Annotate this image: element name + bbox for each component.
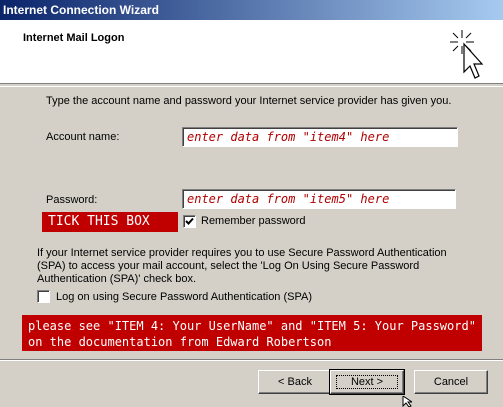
tick-this-box-annotation: TICK THIS BOX xyxy=(42,212,178,232)
account-name-input[interactable]: enter data from "item4" here xyxy=(182,127,458,147)
focus-rectangle xyxy=(336,375,398,389)
remember-password-label[interactable]: Remember password xyxy=(201,215,306,227)
cancel-button-label: Cancel xyxy=(433,376,469,388)
window-title: Internet Connection Wizard xyxy=(3,3,159,17)
password-input[interactable]: enter data from "item5" here xyxy=(182,189,456,209)
documentation-note-annotation: please see "ITEM 4: Your UserName" and "… xyxy=(22,315,482,351)
cancel-button[interactable]: Cancel xyxy=(414,370,488,394)
instructions-text: Type the account name and password your … xyxy=(46,95,452,107)
spa-checkbox-label[interactable]: Log on using Secure Password Authenticat… xyxy=(56,291,312,303)
note-line-1: please see "ITEM 4: Your UserName" and "… xyxy=(28,319,476,333)
account-name-label: Account name: xyxy=(46,131,120,143)
wizard-header: Internet Mail Logon xyxy=(0,20,503,84)
tick-arrow-icon xyxy=(164,212,178,232)
remember-password-checkbox[interactable] xyxy=(183,215,196,228)
header-divider xyxy=(0,86,503,87)
title-bar: Internet Connection Wizard xyxy=(0,0,503,20)
page-title: Internet Mail Logon xyxy=(23,32,125,44)
tick-this-box-text: TICK THIS BOX xyxy=(48,214,150,229)
password-label: Password: xyxy=(46,194,98,206)
back-button[interactable]: < Back xyxy=(258,370,332,394)
note-line-2: on the documentation from Edward Roberts… xyxy=(28,335,332,349)
spa-text-line-2: (SPA) to access your mail account, selec… xyxy=(37,260,420,272)
spa-text-line-3: Authentication (SPA)' check box. xyxy=(37,273,197,285)
spa-checkbox[interactable] xyxy=(37,290,50,303)
mouse-cursor-icon xyxy=(402,396,412,407)
checkmark-icon xyxy=(185,217,194,225)
back-button-label: < Back xyxy=(278,376,312,388)
next-button[interactable]: Next > xyxy=(329,369,405,395)
wizard-sparkle-cursor-icon xyxy=(450,30,484,79)
spa-text-line-1: If your Internet service provider requir… xyxy=(37,247,447,259)
footer-divider-highlight xyxy=(0,360,503,361)
